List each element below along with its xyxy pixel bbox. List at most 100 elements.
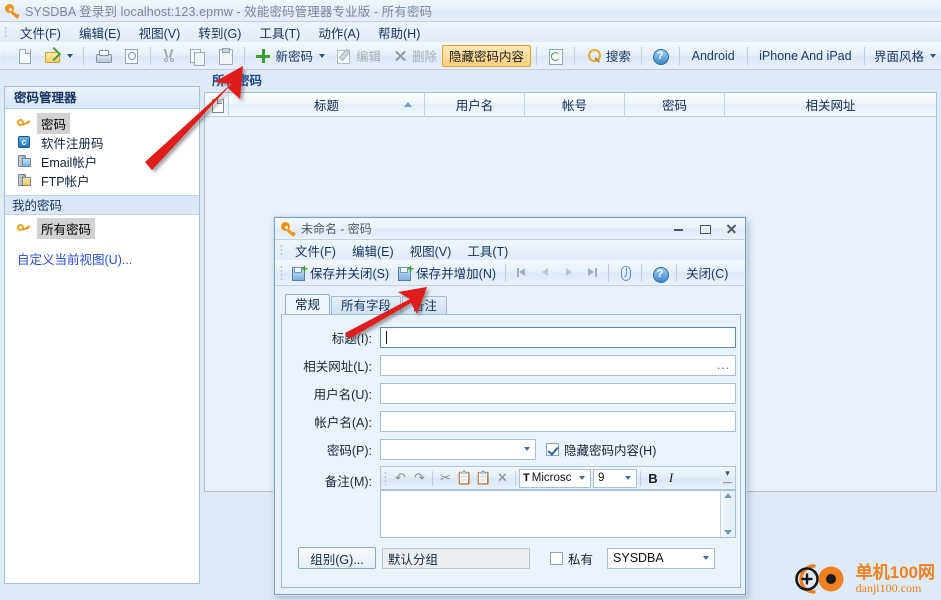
customize-view-link[interactable]: 自定义当前视图(U)... <box>5 249 199 268</box>
menu-item-goto[interactable]: 转到(G) <box>189 21 250 44</box>
skin-button[interactable]: 界面风格 <box>869 45 941 67</box>
hide-password-checkbox[interactable]: 隐藏密码内容(H) <box>546 440 656 459</box>
redo-icon[interactable]: ↷ <box>410 469 429 488</box>
delete-button[interactable]: 删除 <box>386 45 442 67</box>
search-button[interactable]: 搜索 <box>580 45 636 67</box>
grid-column-url[interactable]: 相关网址 <box>725 93 936 116</box>
menu-item-view[interactable]: 视图(V) <box>130 21 190 44</box>
scroll-up-icon[interactable] <box>724 493 732 498</box>
sidebar-item-passwords[interactable]: 密码 <box>5 113 199 134</box>
grid-column-title[interactable]: 标题 <box>229 93 425 116</box>
rtf-separator <box>432 470 433 486</box>
copy-button[interactable] <box>183 45 211 67</box>
url-browse-button[interactable]: ... <box>717 358 730 372</box>
iphone-ipad-button[interactable]: iPhone And iPad <box>752 45 858 67</box>
dialog-menu-edit[interactable]: 编辑(E) <box>344 239 402 262</box>
open-button[interactable] <box>38 45 78 67</box>
dialog-menu-file[interactable]: 文件(F) <box>287 239 344 262</box>
cut-icon[interactable]: ✂ <box>436 469 455 488</box>
account-input[interactable] <box>380 410 736 432</box>
group-button[interactable]: 组别(G)... <box>298 547 376 569</box>
previous-record-button[interactable] <box>534 262 557 283</box>
paste-icon[interactable]: 📋 <box>474 469 493 488</box>
notes-editor[interactable] <box>380 490 736 538</box>
print-button[interactable] <box>89 45 117 67</box>
username-input[interactable] <box>380 382 736 404</box>
grid-column-account[interactable]: 帐号 <box>525 93 625 116</box>
document-icon <box>211 98 224 113</box>
url-input[interactable]: ... <box>380 354 736 376</box>
first-record-button[interactable] <box>511 262 534 283</box>
sidebar-item-email-accounts[interactable]: Email帐户 <box>5 152 199 171</box>
maximize-icon[interactable] <box>698 222 712 235</box>
menu-item-actions[interactable]: 动作(A) <box>309 21 369 44</box>
font-name-combo[interactable]: T Microsc <box>519 468 591 488</box>
italic-button[interactable]: I <box>662 470 680 486</box>
copy-icon[interactable]: 📋 <box>455 469 474 488</box>
minimize-icon[interactable] <box>672 222 686 235</box>
new-document-button[interactable] <box>10 45 38 67</box>
sidebar-item-label: Email帐户 <box>41 156 98 170</box>
notes-scrollbar[interactable] <box>720 491 735 537</box>
close-icon[interactable] <box>724 222 738 235</box>
grid-column-password[interactable]: 密码 <box>625 93 725 116</box>
chevron-down-icon[interactable] <box>930 53 937 58</box>
grid-header-row: 标题 用户名 帐号 密码 相关网址 <box>205 93 936 117</box>
hide-password-toggle[interactable]: 隐藏密码内容 <box>441 44 531 67</box>
dialog-close-button[interactable]: 关闭(C) <box>682 262 732 283</box>
sidebar-item-all-passwords[interactable]: 所有密码 <box>5 218 199 239</box>
undo-icon[interactable]: ↶ <box>391 469 410 488</box>
sidebar-item-ftp-accounts[interactable]: FTP帐户 <box>5 171 199 190</box>
grid-column-username[interactable]: 用户名 <box>425 93 525 116</box>
tab-notes[interactable]: 备注 <box>402 296 448 315</box>
next-record-button[interactable] <box>557 262 580 283</box>
last-record-button[interactable] <box>580 262 603 283</box>
new-password-button[interactable]: 新密码 <box>249 45 330 67</box>
menu-item-tools[interactable]: 工具(T) <box>250 21 309 44</box>
chevron-down-icon[interactable] <box>519 440 535 459</box>
grid-column-icon[interactable] <box>205 93 229 116</box>
edit-button[interactable]: 编辑 <box>330 45 386 67</box>
print-preview-button[interactable] <box>117 45 145 67</box>
dialog-toolbar-grip[interactable] <box>280 265 283 280</box>
cut-button[interactable] <box>155 45 183 67</box>
chevron-down-icon[interactable] <box>318 53 325 58</box>
chevron-down-icon[interactable] <box>579 476 585 480</box>
dialog-menu-tools[interactable]: 工具(T) <box>459 239 516 262</box>
tab-all-fields[interactable]: 所有字段 <box>331 296 402 315</box>
watermark-line2: danji100.com <box>855 580 922 595</box>
tab-general[interactable]: 常规 <box>285 294 331 315</box>
new-document-icon <box>15 47 33 65</box>
menubar-grip[interactable] <box>4 26 7 38</box>
attachment-button[interactable] <box>614 262 636 283</box>
android-button[interactable]: Android <box>685 45 742 67</box>
last-record-icon <box>584 265 599 280</box>
refresh-button[interactable] <box>541 45 569 67</box>
dialog-menubar-grip[interactable] <box>280 244 283 256</box>
dialog-help-button[interactable] <box>647 262 671 283</box>
menu-item-help[interactable]: 帮助(H) <box>369 21 429 44</box>
key-icon <box>17 221 32 236</box>
sidebar-item-registration-codes[interactable]: c 软件注册码 <box>5 133 199 152</box>
menu-item-edit[interactable]: 编辑(E) <box>70 21 130 44</box>
menu-item-file[interactable]: 文件(F) <box>11 21 70 44</box>
font-size-combo[interactable]: 9 <box>593 468 637 488</box>
chevron-down-icon[interactable] <box>67 53 74 58</box>
scroll-down-icon[interactable] <box>724 530 732 535</box>
dialog-menu-view[interactable]: 视图(V) <box>402 239 460 262</box>
password-input[interactable] <box>380 438 536 460</box>
owner-combo[interactable]: SYSDBA <box>607 547 716 569</box>
clear-icon[interactable]: ✕ <box>493 469 512 488</box>
help-button[interactable] <box>646 45 674 67</box>
paste-button[interactable] <box>211 45 239 67</box>
rtf-toolbar-grip[interactable] <box>384 471 387 485</box>
private-checkbox[interactable]: 私有 <box>550 549 593 568</box>
save-and-new-button[interactable]: + 保存并增加(N) <box>393 262 500 283</box>
bold-button[interactable]: B <box>644 471 662 486</box>
toolbar-grip[interactable] <box>4 47 6 64</box>
save-and-close-button[interactable]: + 保存并关闭(S) <box>287 262 393 283</box>
more-icon[interactable]: ▾ ― <box>722 469 733 487</box>
chevron-down-icon[interactable] <box>698 549 714 568</box>
chevron-down-icon[interactable] <box>625 476 631 480</box>
title-input[interactable] <box>380 326 736 348</box>
